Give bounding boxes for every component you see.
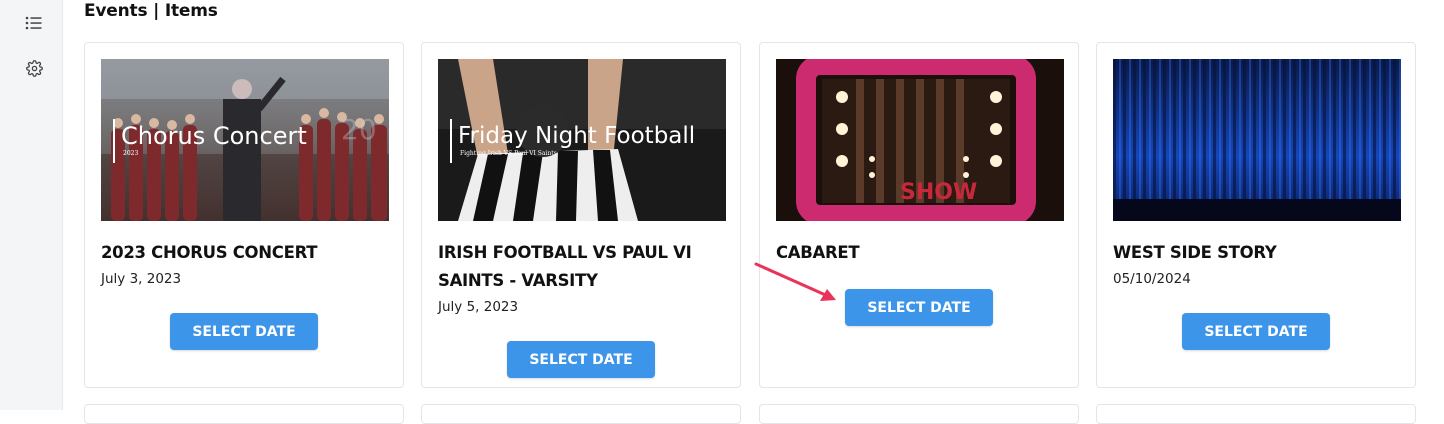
page-title: Events | Items [84, 1, 218, 21]
sidebar [0, 0, 63, 410]
event-card: SHOW CABARET SELECT DATE [759, 42, 1079, 388]
event-date: 05/10/2024 [1113, 271, 1191, 287]
event-title: WEST SIDE STORY [1113, 243, 1277, 262]
gear-icon[interactable] [24, 58, 44, 78]
select-date-button[interactable]: SELECT DATE [170, 313, 318, 350]
event-image: 20 Chorus Concert 2023 [101, 59, 389, 221]
event-card [84, 404, 404, 424]
event-card [1096, 404, 1416, 424]
event-date: July 3, 2023 [101, 271, 182, 287]
event-image: SHOW [776, 59, 1064, 221]
image-overlay-title: SHOW [900, 180, 977, 205]
select-date-button[interactable]: SELECT DATE [507, 341, 655, 378]
annotation-arrow-icon [754, 262, 836, 301]
event-image [1113, 59, 1401, 221]
image-overlay-subtitle: 2023 [123, 150, 138, 157]
event-card [421, 404, 741, 424]
svg-text:20: 20 [341, 113, 377, 146]
image-overlay-title: Friday Night Football [458, 123, 695, 149]
event-card [759, 404, 1079, 424]
select-date-button[interactable]: SELECT DATE [1182, 313, 1330, 350]
event-card: WEST SIDE STORY 05/10/2024 SELECT DATE [1096, 42, 1416, 388]
event-card: 20 Chorus Concert 2023 2023 CHORUS CONCE… [84, 42, 404, 388]
list-icon[interactable] [24, 13, 44, 33]
event-title: 2023 CHORUS CONCERT [101, 243, 318, 262]
image-overlay-title: Chorus Concert [121, 122, 307, 150]
image-overlay-subtitle: Fighting Irish VS Paul VI Saints [460, 150, 557, 157]
event-image: Friday Night Football Fighting Irish VS … [438, 59, 726, 221]
event-title: IRISH FOOTBALL VS PAUL VI SAINTS - VARSI… [438, 243, 692, 290]
event-date: July 5, 2023 [438, 299, 519, 315]
select-date-button[interactable]: SELECT DATE [845, 289, 993, 326]
event-card: Friday Night Football Fighting Irish VS … [421, 42, 741, 388]
